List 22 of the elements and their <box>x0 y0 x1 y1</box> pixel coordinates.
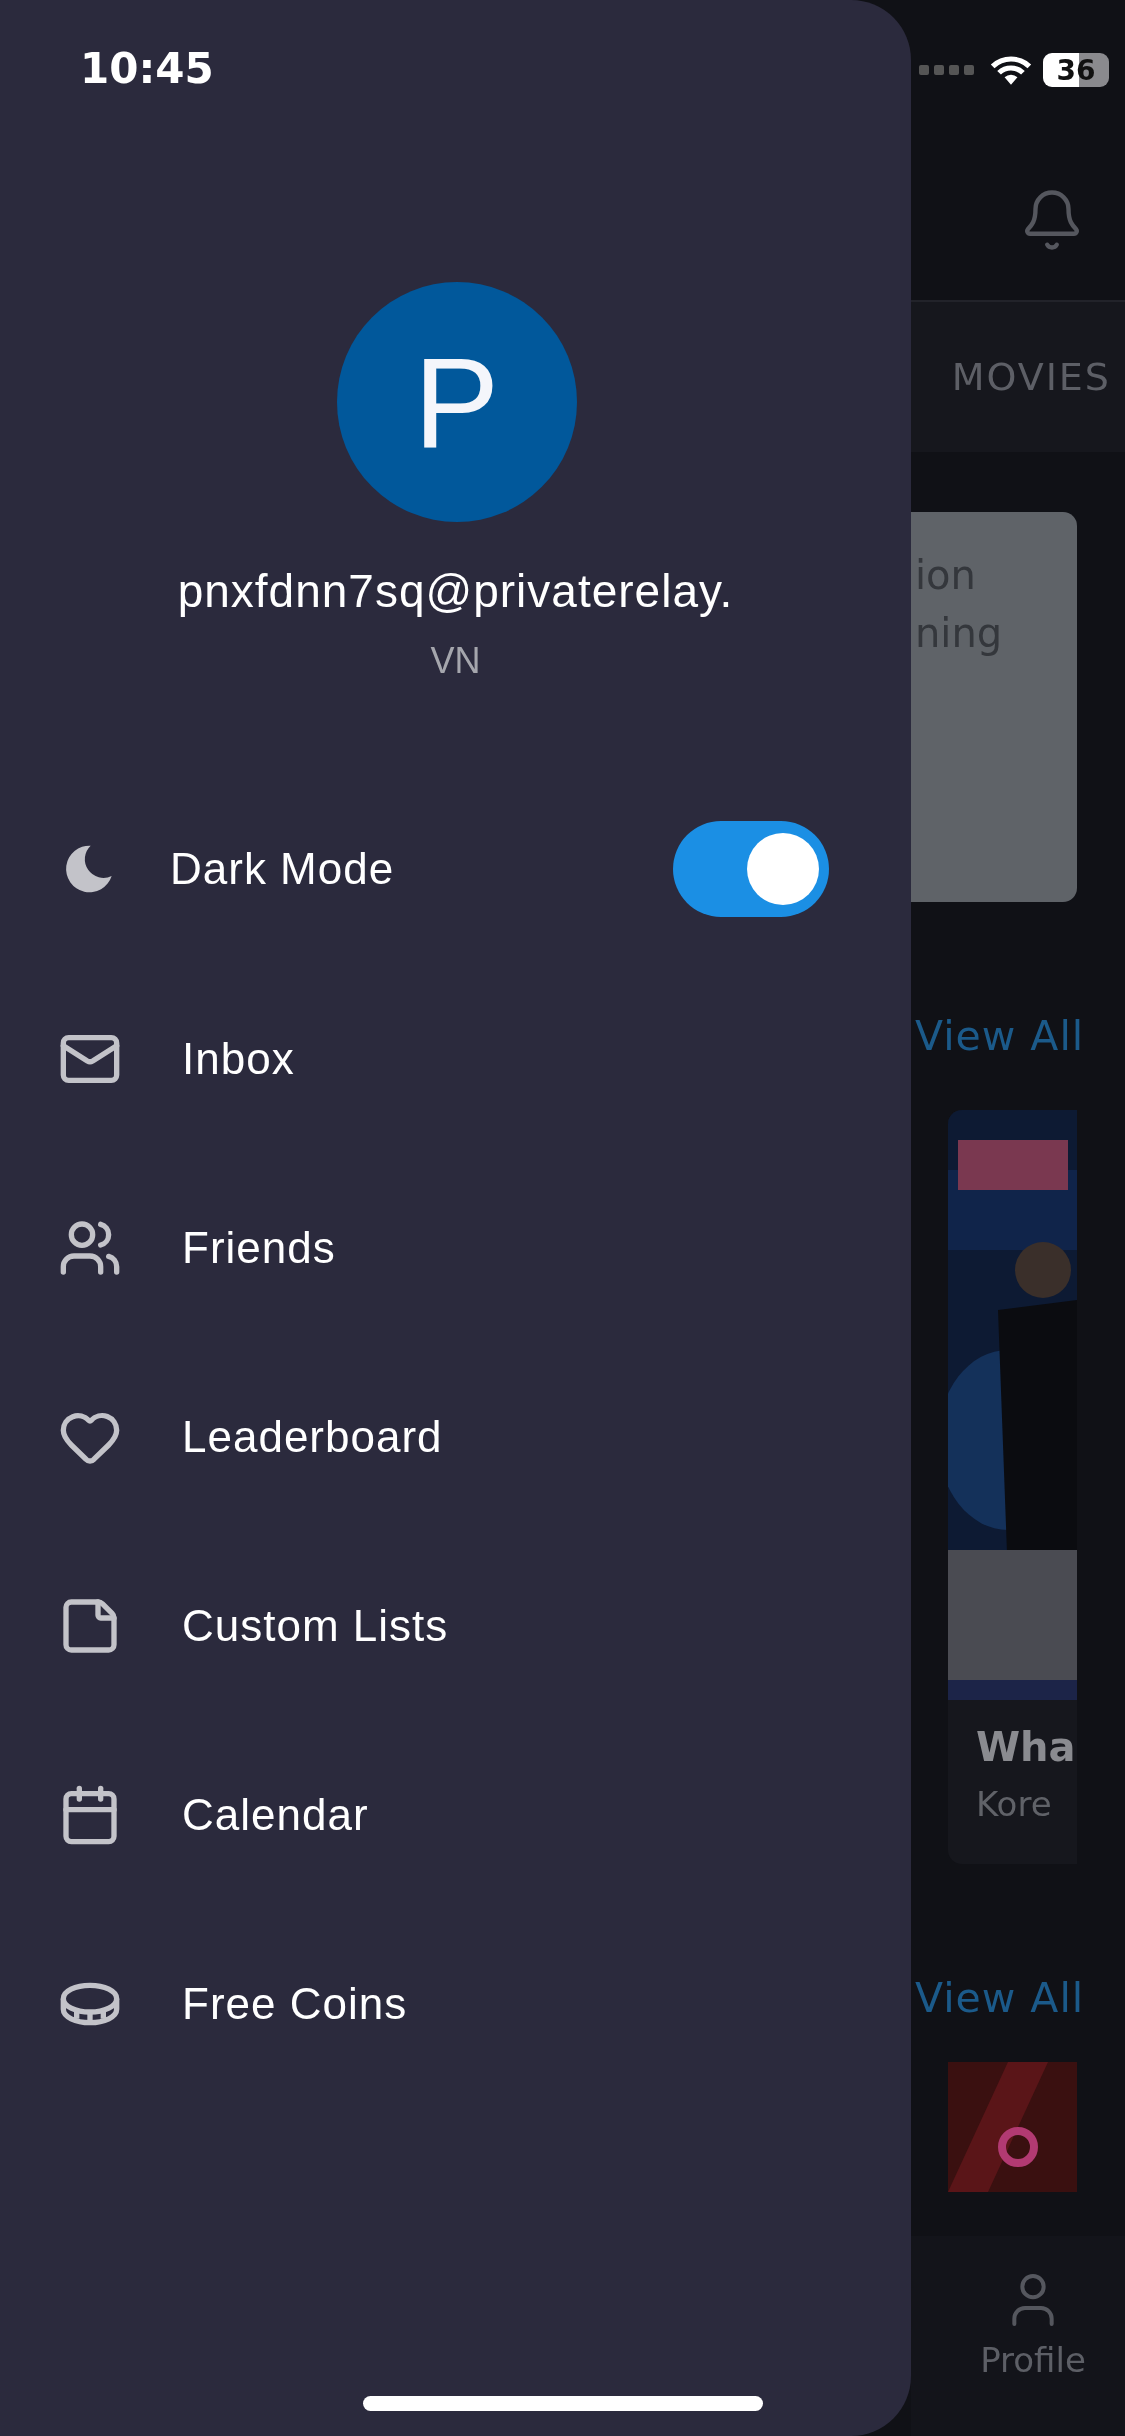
battery-indicator: 36 <box>1043 53 1109 87</box>
show-country: Kore <box>975 1783 1053 1826</box>
show-title: Wha <box>975 1723 1077 1770</box>
show-card[interactable]: Wha Kore <box>948 1110 1077 1864</box>
menu-label: Calendar <box>182 1789 369 1840</box>
user-region: VN <box>430 640 481 682</box>
user-email: pnxfdnn7sq@privaterelay. <box>177 564 734 618</box>
menu-item[interactable]: Calendar <box>0 1720 911 1909</box>
menu-item[interactable]: Leaderboard <box>0 1342 911 1531</box>
menu-label: Leaderboard <box>182 1411 443 1462</box>
menu-item[interactable]: Friends <box>0 1153 911 1342</box>
menu-label: Custom Lists <box>182 1600 449 1651</box>
menu-label: Friends <box>182 1222 336 1273</box>
wifi-icon <box>989 53 1033 87</box>
menu-label: Free Coins <box>182 1978 408 2029</box>
menu-item[interactable]: Custom Lists <box>0 1531 911 1720</box>
status-time: 10:45 <box>79 43 215 95</box>
menu-label: Dark Mode <box>170 844 395 894</box>
avatar: P <box>336 282 577 522</box>
menu-item[interactable]: Free Coins <box>0 1909 911 2098</box>
menu-label: Inbox <box>182 1033 295 1084</box>
menu-item[interactable]: Inbox <box>0 964 911 1153</box>
